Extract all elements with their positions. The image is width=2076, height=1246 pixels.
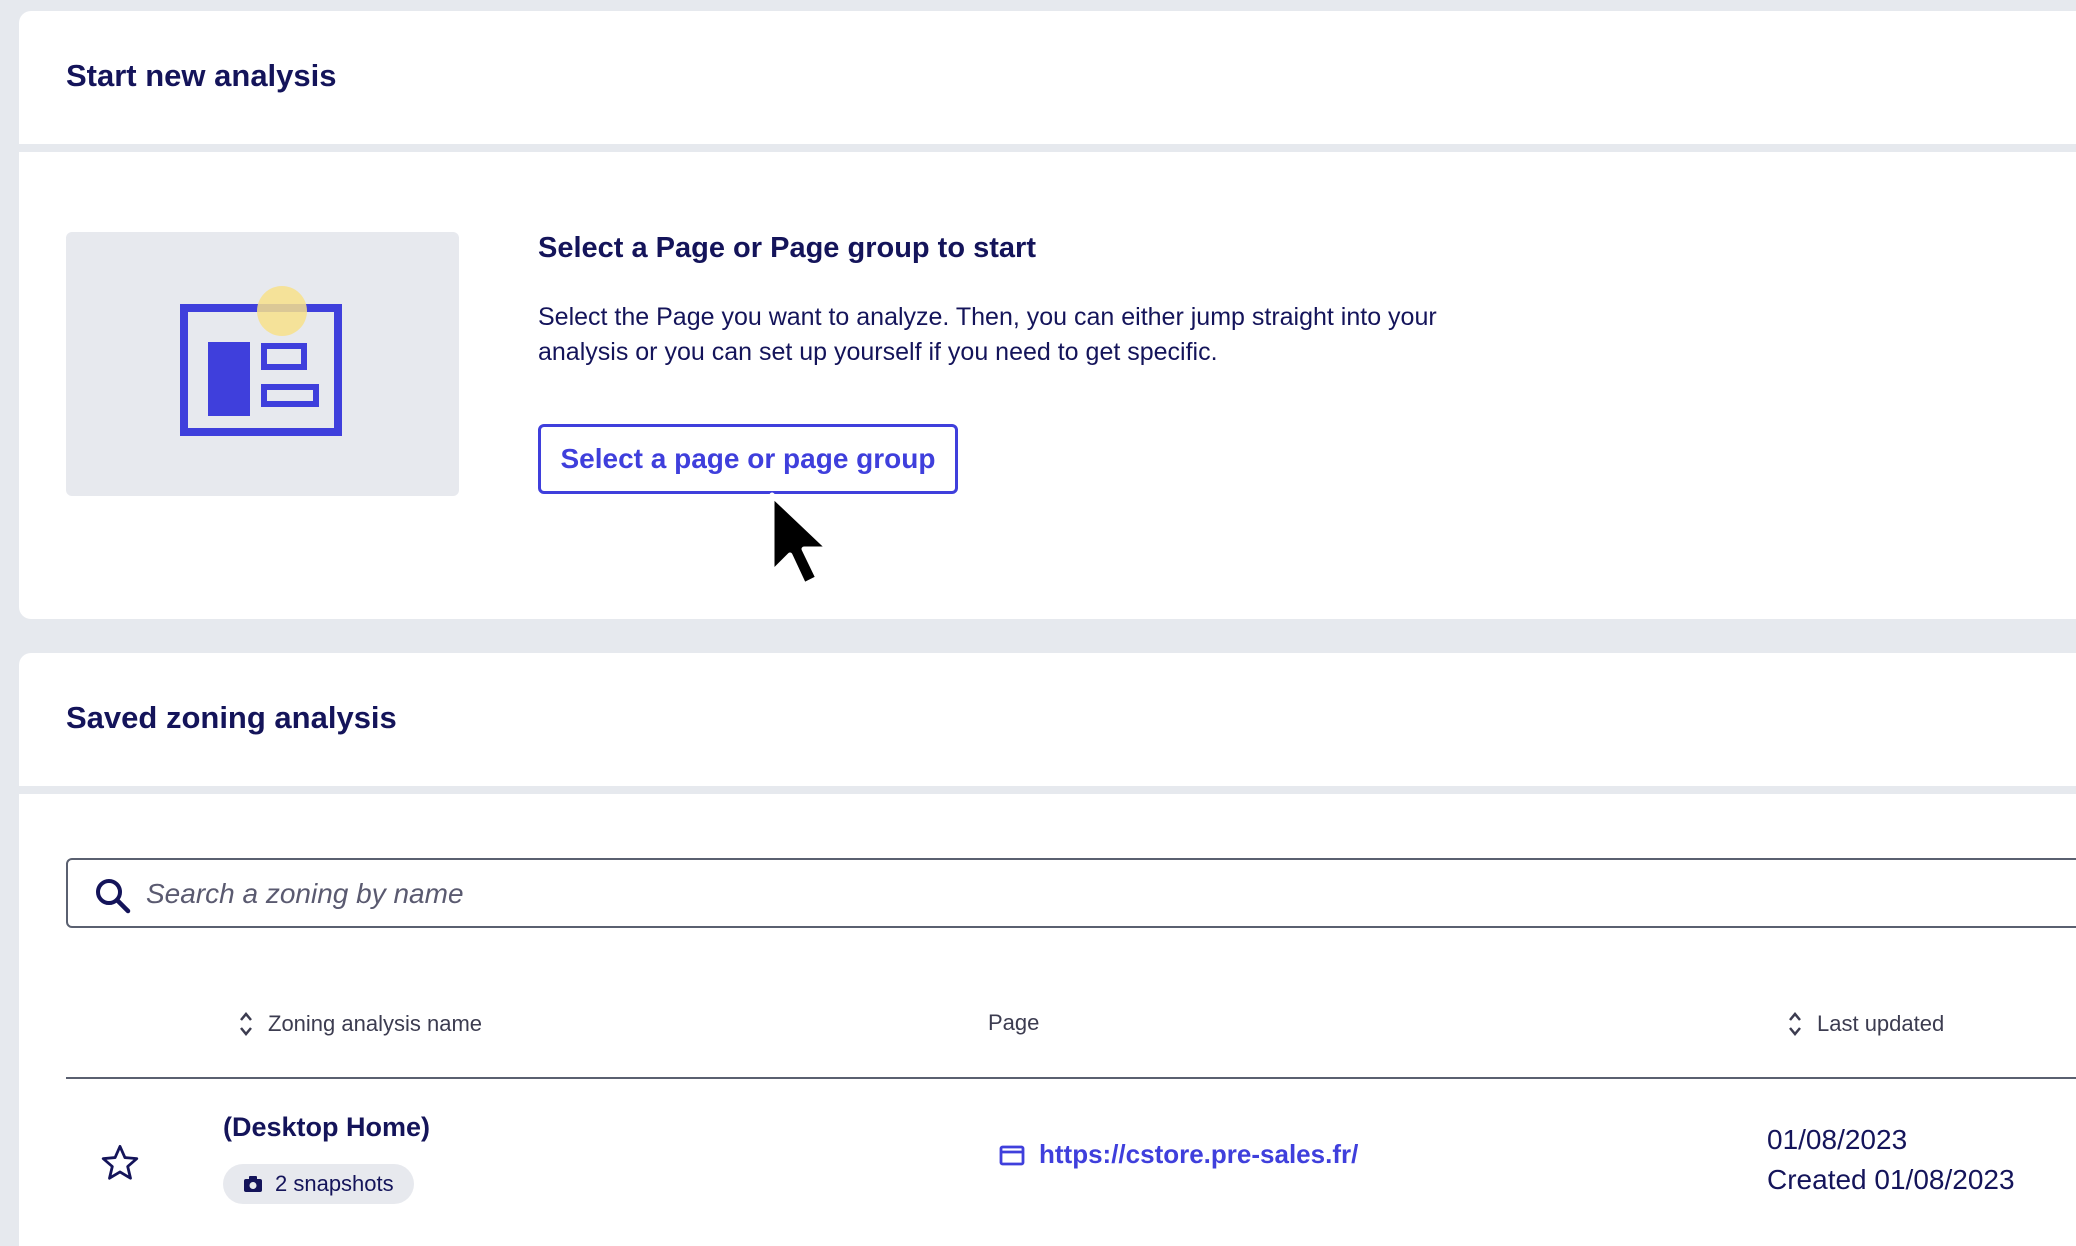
- column-header-page: Page: [988, 1010, 1039, 1036]
- sort-icon: [240, 1012, 252, 1036]
- favorite-star-icon[interactable]: [99, 1142, 141, 1184]
- saved-analysis-panel: Zoning analysis name Page Last updated (…: [19, 794, 2076, 1246]
- start-analysis-panel: Select a Page or Page group to start Sel…: [19, 152, 2076, 619]
- search-input[interactable]: [144, 870, 2048, 918]
- snapshot-badge: 2 snapshots: [223, 1164, 414, 1204]
- intro-title: Select a Page or Page group to start: [538, 232, 1036, 264]
- start-analysis-header: Start new analysis: [19, 11, 2076, 144]
- sort-icon: [1789, 1012, 1801, 1036]
- saved-analysis-title: Saved zoning analysis: [66, 700, 397, 735]
- camera-icon: [244, 1176, 262, 1192]
- column-header-page-label: Page: [988, 1010, 1040, 1035]
- mouse-cursor-icon: [769, 492, 832, 587]
- page-url-link[interactable]: https://cstore.pre-sales.fr/: [999, 1139, 1358, 1170]
- search-icon: [96, 879, 131, 914]
- table-header-divider: [66, 1077, 2076, 1079]
- column-header-last-updated[interactable]: Last updated: [1787, 1010, 1944, 1038]
- last-updated-date: 01/08/2023: [1767, 1124, 1908, 1155]
- created-date: Created 01/08/2023: [1767, 1164, 2015, 1195]
- column-header-last-updated-label: Last updated: [1817, 1011, 1945, 1036]
- page-illustration: [66, 232, 459, 496]
- start-analysis-title: Start new analysis: [66, 58, 337, 93]
- snapshot-count: 2 snapshots: [275, 1171, 394, 1196]
- column-header-name-label: Zoning analysis name: [268, 1011, 483, 1036]
- column-header-name[interactable]: Zoning analysis name: [238, 1010, 482, 1038]
- page-url-text: https://cstore.pre-sales.fr/: [1039, 1139, 1359, 1169]
- browser-window-icon: [999, 1145, 1025, 1165]
- intro-description: Select the Page you want to analyze. The…: [538, 303, 1437, 366]
- search-box: [66, 858, 2076, 928]
- page-layout-icon: [180, 286, 342, 436]
- saved-analysis-header: Saved zoning analysis: [19, 653, 2076, 786]
- zoning-name[interactable]: (Desktop Home): [223, 1112, 430, 1143]
